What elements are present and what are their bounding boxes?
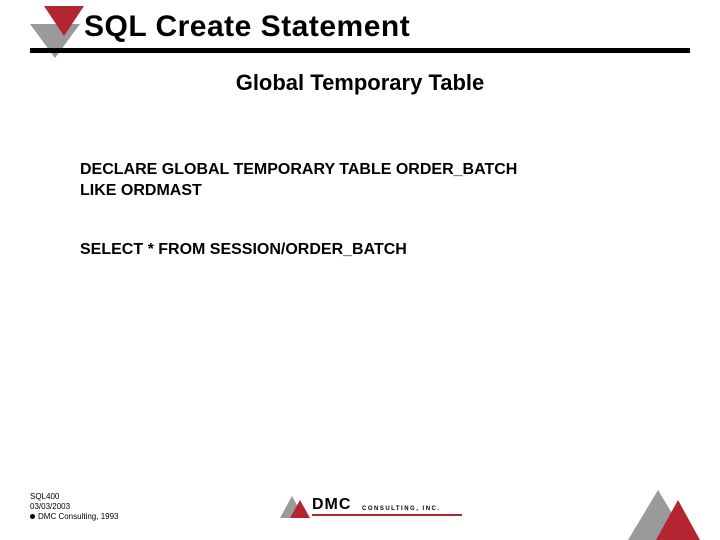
footer-meta: SQL400 03/03/2003 DMC Consulting, 1993 [30, 492, 118, 522]
triangle-red-icon [656, 500, 700, 540]
triangle-red-icon [44, 6, 84, 36]
footer-copyright-text: DMC Consulting, 1993 [38, 512, 118, 521]
logo-text: DMC [312, 496, 351, 514]
footer-logo: DMC CONSULTING, INC. [280, 490, 480, 518]
footer: SQL400 03/03/2003 DMC Consulting, 1993 D… [30, 478, 690, 528]
page-title: SQL Create Statement [84, 10, 690, 44]
slide: SQL Create Statement Global Temporary Ta… [0, 0, 720, 540]
title-divider [30, 48, 690, 53]
logo-subtext: CONSULTING, INC. [362, 506, 441, 512]
sql-select-block: SELECT * FROM SESSION/ORDER_BATCH [80, 240, 660, 261]
sql-declare-block: DECLARE GLOBAL TEMPORARY TABLE ORDER_BAT… [80, 160, 660, 202]
logo-triangle-red-icon [290, 500, 310, 518]
footer-course: SQL400 [30, 492, 118, 502]
logo-underline [312, 514, 462, 516]
corner-ornament-top-left [30, 6, 90, 66]
footer-date: 03/03/2003 [30, 502, 118, 512]
corner-ornament-bottom-right [600, 470, 700, 540]
page-subtitle: Global Temporary Table [0, 70, 720, 96]
footer-copyright: DMC Consulting, 1993 [30, 512, 118, 522]
bullet-icon [30, 514, 35, 519]
